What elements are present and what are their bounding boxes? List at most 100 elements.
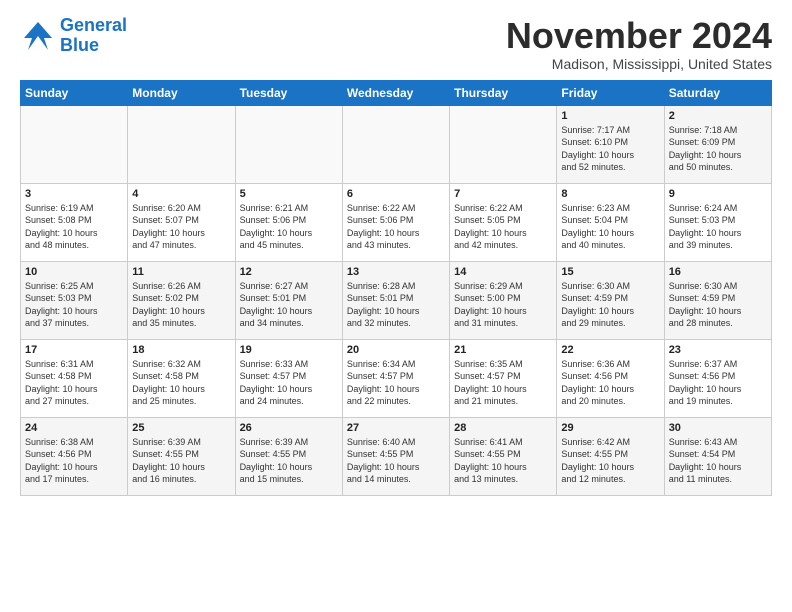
day-info: Sunrise: 6:29 AMSunset: 5:00 PMDaylight:… <box>454 280 552 330</box>
day-info: Sunrise: 6:35 AMSunset: 4:57 PMDaylight:… <box>454 358 552 408</box>
calendar-cell: 10 Sunrise: 6:25 AMSunset: 5:03 PMDayligh… <box>21 261 128 339</box>
day-info: Sunrise: 6:27 AMSunset: 5:01 PMDaylight:… <box>240 280 338 330</box>
calendar-cell: 17 Sunrise: 6:31 AMSunset: 4:58 PMDayligh… <box>21 339 128 417</box>
day-number: 5 <box>240 188 338 200</box>
calendar-cell: 28 Sunrise: 6:41 AMSunset: 4:55 PMDayligh… <box>450 417 557 495</box>
calendar-cell: 12 Sunrise: 6:27 AMSunset: 5:01 PMDayligh… <box>235 261 342 339</box>
day-number: 25 <box>132 422 230 434</box>
day-number: 23 <box>669 344 767 356</box>
calendar-cell <box>128 105 235 183</box>
day-info: Sunrise: 6:40 AMSunset: 4:55 PMDaylight:… <box>347 436 445 486</box>
calendar-cell: 23 Sunrise: 6:37 AMSunset: 4:56 PMDayligh… <box>664 339 771 417</box>
header: General Blue November 2024 Madison, Miss… <box>20 16 772 72</box>
calendar-cell: 7 Sunrise: 6:22 AMSunset: 5:05 PMDaylight… <box>450 183 557 261</box>
calendar-cell: 4 Sunrise: 6:20 AMSunset: 5:07 PMDaylight… <box>128 183 235 261</box>
day-info: Sunrise: 6:30 AMSunset: 4:59 PMDaylight:… <box>669 280 767 330</box>
calendar-cell: 11 Sunrise: 6:26 AMSunset: 5:02 PMDayligh… <box>128 261 235 339</box>
calendar-cell: 20 Sunrise: 6:34 AMSunset: 4:57 PMDayligh… <box>342 339 449 417</box>
day-header-friday: Friday <box>557 80 664 105</box>
title-block: November 2024 Madison, Mississippi, Unit… <box>506 16 772 72</box>
day-number: 21 <box>454 344 552 356</box>
calendar-cell: 21 Sunrise: 6:35 AMSunset: 4:57 PMDayligh… <box>450 339 557 417</box>
calendar-cell: 15Sunrise: 6:30 AMSunset: 4:59 PMDayligh… <box>557 261 664 339</box>
calendar-cell: 3 Sunrise: 6:19 AMSunset: 5:08 PMDaylight… <box>21 183 128 261</box>
day-number: 8 <box>561 188 659 200</box>
calendar-cell: 22Sunrise: 6:36 AMSunset: 4:56 PMDayligh… <box>557 339 664 417</box>
week-row-3: 10 Sunrise: 6:25 AMSunset: 5:03 PMDayligh… <box>21 261 772 339</box>
day-number: 30 <box>669 422 767 434</box>
calendar-cell: 14 Sunrise: 6:29 AMSunset: 5:00 PMDayligh… <box>450 261 557 339</box>
day-info: Sunrise: 6:38 AMSunset: 4:56 PMDaylight:… <box>25 436 123 486</box>
day-number: 10 <box>25 266 123 278</box>
day-number: 7 <box>454 188 552 200</box>
calendar-cell: 1Sunrise: 7:17 AMSunset: 6:10 PMDaylight… <box>557 105 664 183</box>
calendar-cell: 6Sunrise: 6:22 AMSunset: 5:06 PMDaylight… <box>342 183 449 261</box>
day-info: Sunrise: 6:28 AMSunset: 5:01 PMDaylight:… <box>347 280 445 330</box>
calendar-cell <box>342 105 449 183</box>
day-number: 3 <box>25 188 123 200</box>
calendar-cell: 26Sunrise: 6:39 AMSunset: 4:55 PMDayligh… <box>235 417 342 495</box>
day-info: Sunrise: 6:42 AMSunset: 4:55 PMDaylight:… <box>561 436 659 486</box>
day-info: Sunrise: 6:19 AMSunset: 5:08 PMDaylight:… <box>25 202 123 252</box>
day-info: Sunrise: 6:26 AMSunset: 5:02 PMDaylight:… <box>132 280 230 330</box>
day-header-thursday: Thursday <box>450 80 557 105</box>
calendar-cell: 8 Sunrise: 6:23 AMSunset: 5:04 PMDaylight… <box>557 183 664 261</box>
calendar-cell <box>21 105 128 183</box>
calendar-table: SundayMondayTuesdayWednesdayThursdayFrid… <box>20 80 772 496</box>
day-info: Sunrise: 6:41 AMSunset: 4:55 PMDaylight:… <box>454 436 552 486</box>
logo-line1: General <box>60 15 127 35</box>
calendar-cell: 29 Sunrise: 6:42 AMSunset: 4:55 PMDayligh… <box>557 417 664 495</box>
calendar-cell <box>450 105 557 183</box>
day-info: Sunrise: 6:31 AMSunset: 4:58 PMDaylight:… <box>25 358 123 408</box>
day-info: Sunrise: 6:24 AMSunset: 5:03 PMDaylight:… <box>669 202 767 252</box>
day-number: 17 <box>25 344 123 356</box>
day-number: 13 <box>347 266 445 278</box>
day-info: Sunrise: 6:20 AMSunset: 5:07 PMDaylight:… <box>132 202 230 252</box>
day-info: Sunrise: 6:34 AMSunset: 4:57 PMDaylight:… <box>347 358 445 408</box>
calendar-cell: 30 Sunrise: 6:43 AMSunset: 4:54 PMDayligh… <box>664 417 771 495</box>
week-row-4: 17 Sunrise: 6:31 AMSunset: 4:58 PMDayligh… <box>21 339 772 417</box>
day-number: 14 <box>454 266 552 278</box>
calendar-cell: 16Sunrise: 6:30 AMSunset: 4:59 PMDayligh… <box>664 261 771 339</box>
calendar-cell: 13 Sunrise: 6:28 AMSunset: 5:01 PMDayligh… <box>342 261 449 339</box>
day-info: Sunrise: 6:21 AMSunset: 5:06 PMDaylight:… <box>240 202 338 252</box>
day-number: 1 <box>561 110 659 122</box>
page: General Blue November 2024 Madison, Miss… <box>0 0 792 506</box>
day-number: 2 <box>669 110 767 122</box>
day-info: Sunrise: 6:37 AMSunset: 4:56 PMDaylight:… <box>669 358 767 408</box>
day-info: Sunrise: 7:18 AMSunset: 6:09 PMDaylight:… <box>669 124 767 174</box>
day-info: Sunrise: 6:23 AMSunset: 5:04 PMDaylight:… <box>561 202 659 252</box>
day-header-sunday: Sunday <box>21 80 128 105</box>
day-header-wednesday: Wednesday <box>342 80 449 105</box>
day-number: 24 <box>25 422 123 434</box>
day-number: 22 <box>561 344 659 356</box>
day-number: 6 <box>347 188 445 200</box>
logo-icon <box>20 18 56 54</box>
calendar-cell <box>235 105 342 183</box>
calendar-cell: 5 Sunrise: 6:21 AMSunset: 5:06 PMDaylight… <box>235 183 342 261</box>
calendar-cell: 24 Sunrise: 6:38 AMSunset: 4:56 PMDayligh… <box>21 417 128 495</box>
day-number: 19 <box>240 344 338 356</box>
logo-line2: Blue <box>60 35 99 55</box>
day-info: Sunrise: 6:22 AMSunset: 5:05 PMDaylight:… <box>454 202 552 252</box>
day-info: Sunrise: 6:43 AMSunset: 4:54 PMDaylight:… <box>669 436 767 486</box>
day-number: 29 <box>561 422 659 434</box>
location-subtitle: Madison, Mississippi, United States <box>506 56 772 72</box>
week-row-1: 1Sunrise: 7:17 AMSunset: 6:10 PMDaylight… <box>21 105 772 183</box>
day-header-monday: Monday <box>128 80 235 105</box>
day-number: 26 <box>240 422 338 434</box>
day-number: 28 <box>454 422 552 434</box>
logo-text: General Blue <box>60 16 127 56</box>
day-number: 12 <box>240 266 338 278</box>
day-info: Sunrise: 6:32 AMSunset: 4:58 PMDaylight:… <box>132 358 230 408</box>
day-info: Sunrise: 6:25 AMSunset: 5:03 PMDaylight:… <box>25 280 123 330</box>
logo: General Blue <box>20 16 127 56</box>
day-header-saturday: Saturday <box>664 80 771 105</box>
day-number: 15 <box>561 266 659 278</box>
day-number: 27 <box>347 422 445 434</box>
days-header-row: SundayMondayTuesdayWednesdayThursdayFrid… <box>21 80 772 105</box>
day-number: 20 <box>347 344 445 356</box>
day-number: 11 <box>132 266 230 278</box>
day-header-tuesday: Tuesday <box>235 80 342 105</box>
day-number: 4 <box>132 188 230 200</box>
